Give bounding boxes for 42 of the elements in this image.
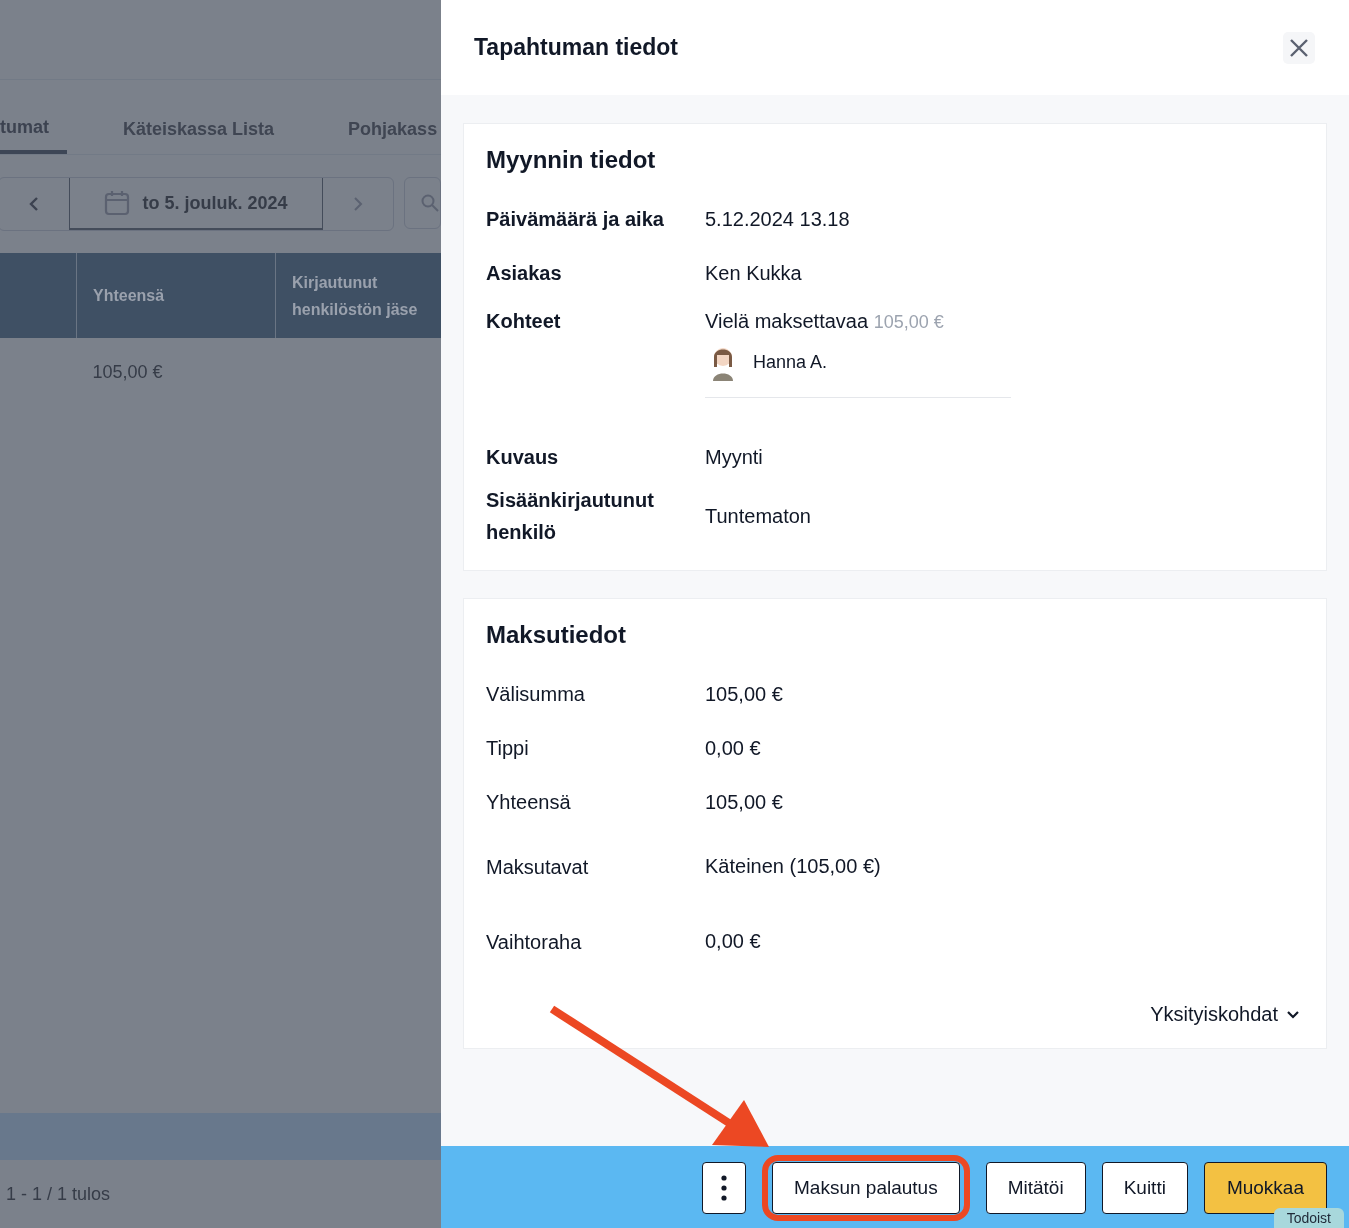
search-icon [421,194,439,212]
close-button[interactable] [1283,31,1315,64]
field-value: Vielä maksettavaa 105,00 € [705,310,945,333]
drawer-title: Tapahtuman tiedot [474,34,678,61]
field-value: Ken Kukka [705,261,803,285]
field-value: 0,00 € [705,930,762,953]
field-label: Tippi [486,736,530,761]
field-value: Käteinen (105,00 €) [705,855,882,878]
details-toggle[interactable]: Yksityiskohdat [1150,1003,1304,1026]
column-header: Yhteensä [93,287,165,304]
more-icon [721,1175,727,1201]
field-value: Tuntematon [705,504,812,528]
field-label: Välisumma [486,682,586,707]
close-icon [1289,37,1309,58]
field-label: Asiakas [486,261,563,286]
calendar-icon [104,190,131,216]
field-value: Myynti [705,445,764,469]
more-button[interactable] [702,1162,746,1214]
field-value: 105,00 € [705,682,784,706]
field-value: 105,00 € [705,790,784,814]
field-label: Yhteensä [486,790,572,815]
field-label: Maksutavat [486,854,590,880]
action-button[interactable]: Mitätöi [985,1162,1086,1214]
field-label: Päivämäärä ja aika [486,207,665,232]
field-label: Kuvaus [486,445,560,470]
field-value: 0,00 € [705,736,762,760]
chevron-down-icon [1286,1010,1300,1019]
field-label: Vaihtoraha [486,929,583,955]
table-cell: 105,00 € [76,338,276,407]
staff-name: Hanna A. [753,351,828,373]
column-header: Kirjautunut henkilöstön jäse [292,273,418,318]
section-title: Maksutiedot [486,621,627,649]
app-badge[interactable]: Todoist [1273,1208,1344,1228]
action-button[interactable]: Kuitti [1101,1162,1188,1214]
field-value: 5.12.2024 13.18 [705,207,851,231]
chevron-right-icon [353,197,363,211]
field-label: Sisäänkirjautunut henkilö [486,488,655,545]
pagination-text: 1 - 1 / 1 tulos [6,1183,111,1205]
section-title: Myynnin tiedot [486,146,657,174]
chevron-left-icon [29,197,39,211]
action-button[interactable]: Maksun palautus [772,1162,960,1214]
field-label: Kohteet [486,310,562,332]
